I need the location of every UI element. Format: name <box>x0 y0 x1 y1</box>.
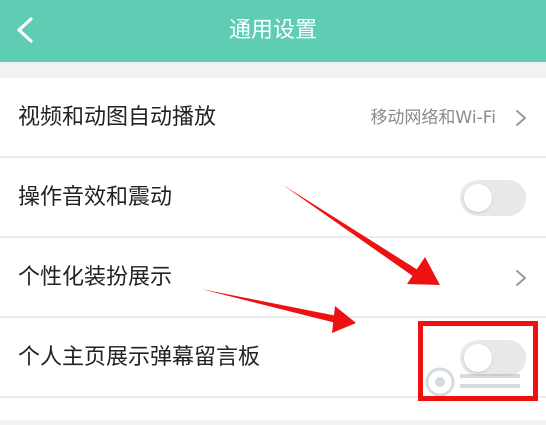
page-title: 通用设置 <box>228 18 317 43</box>
setting-row-personalization[interactable]: 个性化装扮展示 <box>0 238 546 318</box>
setting-label: 个人主页展示弹幕留言板 <box>18 345 261 370</box>
header-bar: 通用设置 <box>0 0 546 62</box>
chevron-right-icon <box>516 110 526 126</box>
toggle-knob <box>464 184 492 212</box>
setting-value: 移动网络和Wi-Fi <box>370 108 496 128</box>
chevron-right-icon <box>516 270 526 286</box>
setting-label: 操作音效和震动 <box>18 185 173 210</box>
sound-vibration-toggle[interactable] <box>460 180 526 216</box>
settings-screen: 通用设置 视频和动图自动播放 移动网络和Wi-Fi 操作音效和震动 个性化装扮展… <box>0 0 546 425</box>
setting-label: 视频和动图自动播放 <box>18 105 217 130</box>
setting-row-sound-vibration: 操作音效和震动 <box>0 158 546 238</box>
setting-row-autoplay[interactable]: 视频和动图自动播放 移动网络和Wi-Fi <box>0 78 546 158</box>
setting-label: 个性化装扮展示 <box>18 265 173 290</box>
highlight-box <box>418 321 538 401</box>
